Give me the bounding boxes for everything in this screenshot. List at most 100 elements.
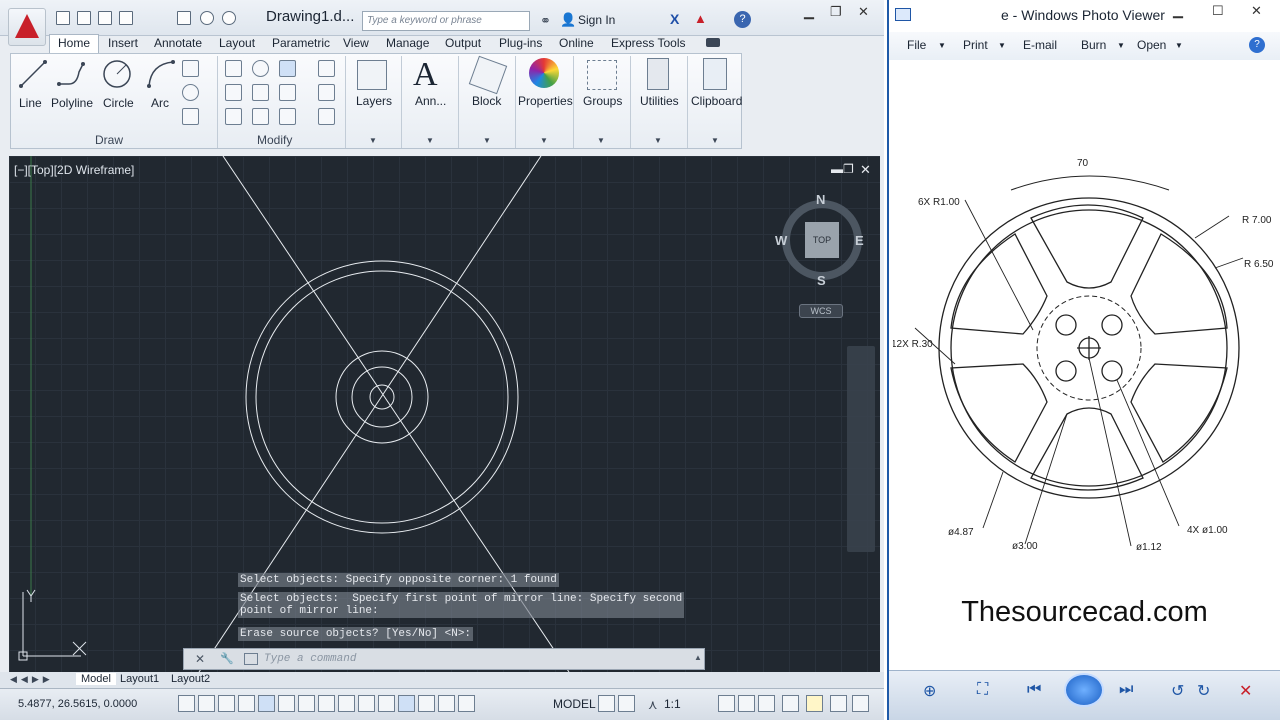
restore-icon[interactable]: ❐ [843,162,854,176]
tab-model[interactable]: Model [76,673,116,685]
command-input[interactable]: Type a command [264,653,356,665]
snap-icon[interactable] [198,695,215,712]
tab-layout1[interactable]: Layout1 [120,673,159,685]
search-input[interactable]: Type a keyword or phrase [362,11,530,31]
ribbon-toggle-icon[interactable] [706,38,720,47]
chevron-down-icon[interactable]: ▼ [540,136,548,145]
polar-icon[interactable] [258,695,275,712]
annotation-visibility-icon[interactable] [718,695,735,712]
ducs-icon[interactable] [338,695,355,712]
offset-icon[interactable] [318,108,335,125]
3d-osnap-icon[interactable] [298,695,315,712]
ellipse-icon[interactable] [182,84,199,101]
hatch-icon[interactable] [182,108,199,125]
lock-icon[interactable] [782,695,799,712]
block-tool[interactable]: Block [472,94,501,108]
sign-in-button[interactable]: Sign In [578,13,615,27]
ortho-icon[interactable] [238,695,255,712]
circle-tool[interactable]: Circle [103,96,134,110]
slideshow-button[interactable] [1064,673,1104,707]
viewport-controls[interactable]: [−][Top][2D Wireframe] [14,163,134,177]
fillet-icon[interactable] [279,84,296,101]
rotate-left-icon[interactable]: ↺ [1171,681,1184,701]
chevron-down-icon[interactable]: ▼ [1117,41,1125,50]
grid-icon[interactable] [218,695,235,712]
tab-parametric[interactable]: Parametric [272,36,330,50]
maximize-icon[interactable]: ☐ [1212,3,1224,19]
annotation-scale[interactable]: 1:1 [664,697,681,711]
chevron-down-icon[interactable]: ▼ [654,136,662,145]
chevron-down-icon[interactable]: ▼ [483,136,491,145]
tab-view[interactable]: View [343,36,369,50]
delete-icon[interactable]: ✕ [1239,681,1252,701]
chevron-down-icon[interactable]: ▼ [998,41,1006,50]
zoom-icon[interactable]: ⊕ [923,681,936,701]
polyline-tool[interactable]: Polyline [51,96,93,110]
otrack-icon[interactable] [318,695,335,712]
layout-nav-arrows[interactable]: ◀◀▶▶ [10,674,54,685]
auto-scale-icon[interactable] [738,695,755,712]
model-space-toggle[interactable]: MODEL [553,697,596,711]
tab-output[interactable]: Output [445,36,481,50]
help-button[interactable]: ? [734,11,751,28]
chevron-down-icon[interactable]: ▼ [426,136,434,145]
wrench-icon[interactable]: 🔧 [220,652,234,665]
clipboard-tool[interactable]: Clipboard [691,94,742,108]
close-icon[interactable]: ✕ [1251,3,1262,19]
annotation-monitor-icon[interactable] [458,695,475,712]
clean-screen-icon[interactable] [852,695,869,712]
save-as-icon[interactable] [119,11,133,25]
help-icon[interactable]: ? [1249,37,1265,53]
isolate-objects-icon[interactable] [806,695,823,712]
scale-icon[interactable] [252,108,269,125]
chevron-down-icon[interactable]: ▼ [369,136,377,145]
workspace-icon[interactable] [758,695,775,712]
minimize-icon[interactable]: ▁ [1173,3,1183,19]
menu-file[interactable]: File [907,38,926,52]
minimize-icon[interactable]: ▬ [831,162,843,176]
drawing-canvas[interactable]: [−][Top][2D Wireframe] ▬ ❐ ✕ TOP N S E W… [9,156,880,672]
tab-express-tools[interactable]: Express Tools [611,36,685,50]
viewcube-south[interactable]: S [817,273,826,288]
menu-open[interactable]: Open [1137,38,1166,52]
viewcube-east[interactable]: E [855,233,864,248]
modify-panel-title[interactable]: Modify [257,133,292,147]
command-line[interactable]: ✕ 🔧 Type a command ▲ [183,648,705,670]
chevron-down-icon[interactable]: ▼ [711,136,719,145]
hardware-acceleration-icon[interactable] [830,695,847,712]
lineweight-icon[interactable] [378,695,395,712]
menu-email[interactable]: E-mail [1023,38,1057,52]
open-file-icon[interactable] [77,11,91,25]
new-file-icon[interactable] [56,11,70,25]
exchange-icon[interactable]: X [670,11,679,27]
erase-icon[interactable] [318,60,335,77]
quick-properties-icon[interactable] [418,695,435,712]
utilities-tool[interactable]: Utilities [640,94,679,108]
print-icon[interactable] [177,11,191,25]
array-icon[interactable] [279,108,296,125]
chevron-down-icon[interactable]: ▼ [1175,41,1183,50]
close-icon[interactable]: ✕ [858,4,869,20]
viewcube-west[interactable]: W [775,233,787,248]
undo-icon[interactable] [200,11,214,25]
menu-print[interactable]: Print [963,38,988,52]
explode-icon[interactable] [318,84,335,101]
chevron-down-icon[interactable]: ▼ [597,136,605,145]
stretch-icon[interactable] [225,108,242,125]
close-icon[interactable]: ✕ [860,162,871,178]
draw-panel-title[interactable]: Draw [95,133,123,147]
redo-icon[interactable] [222,11,236,25]
rectangle-icon[interactable] [182,60,199,77]
copy-icon[interactable] [225,84,242,101]
actual-size-icon[interactable]: ⛶ [977,681,988,699]
arc-tool[interactable]: Arc [151,96,169,110]
tab-online[interactable]: Online [559,36,594,50]
menu-burn[interactable]: Burn [1081,38,1106,52]
tab-home[interactable]: Home [49,34,100,54]
dyn-icon[interactable] [358,695,375,712]
move-icon[interactable] [225,60,242,77]
annotation-tool[interactable]: Ann... [415,94,446,108]
osnap-icon[interactable] [278,695,295,712]
chevron-down-icon[interactable]: ▼ [938,41,946,50]
previous-icon[interactable]: ⏮ [1027,681,1041,699]
